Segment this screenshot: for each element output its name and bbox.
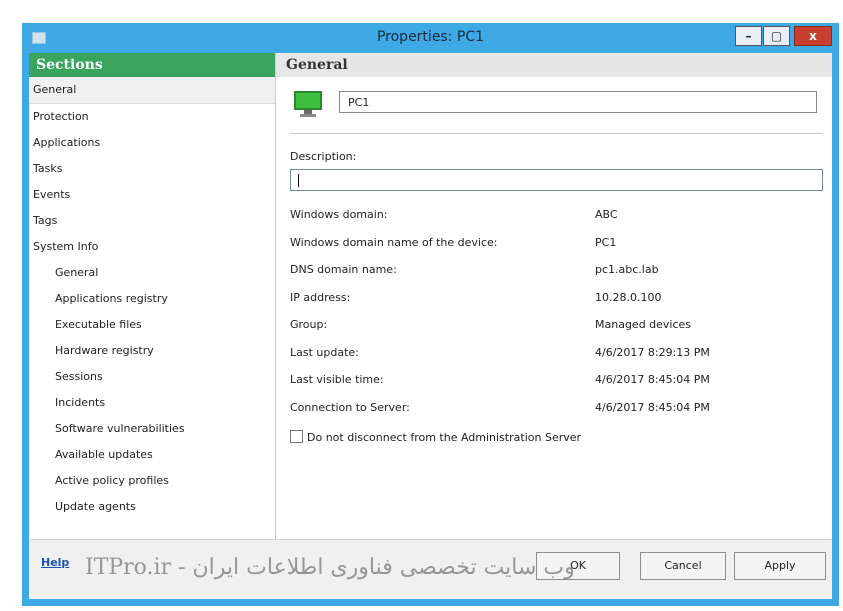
property-value: 4/6/2017 8:45:04 PM [595, 400, 710, 414]
title-bar[interactable]: Properties: PC1 – ▢ x [22, 23, 839, 53]
description-field[interactable] [290, 169, 823, 191]
footer-divider [29, 539, 832, 540]
text-caret [298, 174, 299, 187]
sidebar-item[interactable]: General [29, 77, 275, 104]
property-value: ABC [595, 208, 618, 221]
property-value: PC1 [595, 235, 617, 249]
property-label: Last visible time: [290, 373, 384, 386]
property-label: Last update: [290, 345, 359, 359]
property-value: 10.28.0.100 [595, 290, 662, 304]
property-label: Windows domain: [290, 208, 388, 221]
sidebar-item[interactable]: Incidents [29, 390, 275, 416]
sidebar-item[interactable]: Tags [29, 208, 275, 234]
help-link[interactable]: Help [41, 556, 69, 569]
sidebar-item[interactable]: Available updates [29, 442, 275, 468]
sidebar-item[interactable]: Executable files [29, 312, 275, 338]
description-label: Description: [290, 150, 357, 163]
divider [290, 133, 823, 134]
property-label: Windows domain name of the device: [290, 235, 498, 249]
general-panel: General PC1 Description: Windows domain:… [276, 53, 832, 539]
window-title: Properties: PC1 [376, 29, 485, 45]
dialog-client: Sections General Protection Applications Ta… [29, 53, 832, 599]
sidebar-item[interactable]: Update agents [29, 494, 275, 520]
sidebar-item[interactable]: Events [29, 182, 275, 208]
property-label: Connection to Server: [290, 400, 410, 414]
sections-list: General Protection Applications Tasks Events… [29, 77, 275, 520]
sidebar-item[interactable]: Hardware registry [29, 338, 275, 364]
property-value: Managed devices [595, 318, 692, 331]
no-disconnect-checkbox[interactable] [290, 430, 303, 443]
sidebar-item[interactable]: General [29, 260, 275, 286]
property-label: DNS domain name: [290, 263, 397, 276]
property-label: Group: [290, 318, 328, 331]
computer-icon [294, 91, 322, 117]
minimize-button[interactable]: – [735, 26, 762, 46]
sidebar-item[interactable]: Tasks [29, 156, 275, 182]
no-disconnect-label: Do not disconnect from the Administratio… [307, 431, 582, 444]
sections-panel: Sections General Protection Applications Ta… [29, 53, 276, 539]
property-value: 4/6/2017 8:45:04 PM [595, 373, 710, 386]
sidebar-item[interactable]: Software vulnerabilities [29, 416, 275, 442]
maximize-button[interactable]: ▢ [763, 26, 790, 46]
sidebar-item[interactable]: Sessions [29, 364, 275, 390]
sidebar-item[interactable]: Protection [29, 104, 275, 130]
close-button[interactable]: x [794, 26, 832, 46]
general-header: General [276, 53, 832, 77]
no-disconnect-checkbox-row[interactable]: Do not disconnect from the Administratio… [290, 430, 581, 444]
sidebar-item[interactable]: Applications registry [29, 286, 275, 312]
property-value: 4/6/2017 8:29:13 PM [595, 345, 710, 359]
properties-window: Properties: PC1 – ▢ x Sections General Pr… [22, 23, 839, 606]
sidebar-item[interactable]: Applications [29, 130, 275, 156]
device-name-field[interactable]: PC1 [339, 91, 817, 113]
sidebar-item[interactable]: System Info [29, 234, 275, 260]
property-label: IP address: [290, 290, 351, 304]
property-value: pc1.abc.lab [595, 263, 659, 276]
watermark-text: وب سایت تخصصی فناوری اطلاعات ایران - ITP… [85, 555, 575, 580]
sidebar-item[interactable]: Active policy profiles [29, 468, 275, 494]
sections-header: Sections [29, 53, 275, 77]
